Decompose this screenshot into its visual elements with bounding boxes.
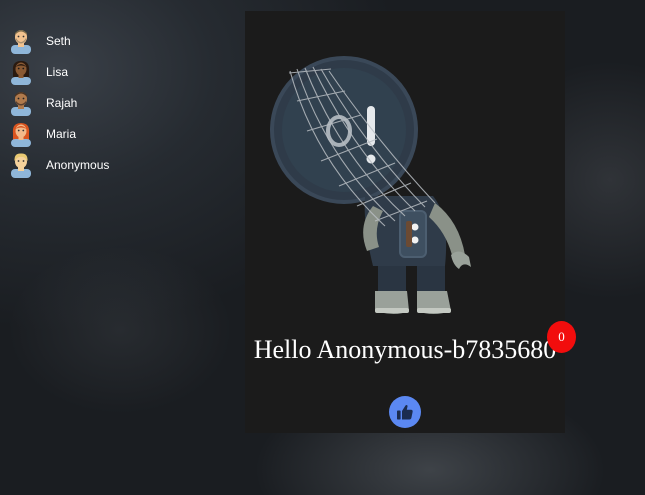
man-avatar-icon: [11, 29, 31, 54]
user-name: Anonymous: [46, 157, 110, 172]
greeting-card: Hello Anonymous-b7835680: [245, 11, 565, 433]
user-item-rajah[interactable]: Rajah: [10, 87, 200, 118]
user-name: Maria: [46, 126, 77, 141]
woman-avatar-icon: [11, 122, 31, 147]
like-count-badge: 0: [547, 321, 576, 353]
user-list: Seth Lisa Rajah Maria Anonymous: [10, 25, 200, 180]
like-button[interactable]: [389, 396, 421, 428]
man-avatar-icon: [11, 91, 31, 116]
user-item-lisa[interactable]: Lisa: [10, 56, 200, 87]
user-name: Seth: [46, 33, 71, 48]
person-avatar-icon: [11, 152, 31, 178]
woman-avatar-icon: [11, 60, 31, 85]
thumbs-up-icon: [397, 404, 413, 420]
user-item-anonymous[interactable]: Anonymous: [10, 149, 200, 180]
user-item-seth[interactable]: Seth: [10, 25, 200, 56]
greeting-text: Hello Anonymous-b7835680: [253, 335, 557, 364]
user-name: Rajah: [46, 95, 78, 110]
user-name: Lisa: [46, 64, 69, 79]
astronaut-illustration: [245, 11, 565, 336]
user-item-maria[interactable]: Maria: [10, 118, 200, 149]
